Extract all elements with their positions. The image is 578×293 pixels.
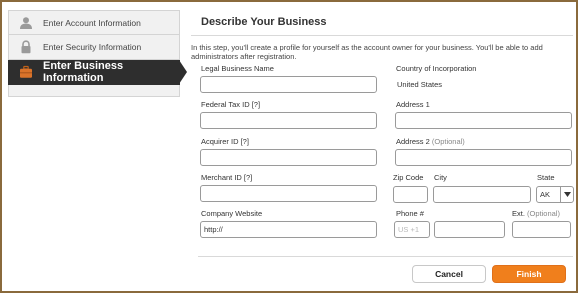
state-select[interactable]: AK: [536, 186, 574, 203]
address1-input[interactable]: [395, 112, 572, 129]
zip-code-input[interactable]: [393, 186, 428, 203]
sidebar-item-account[interactable]: Enter Account Information: [8, 10, 180, 35]
merchant-id-label: Merchant ID [?]: [201, 173, 253, 182]
ext-label-text: Ext.: [512, 209, 525, 218]
sidebar-item-label: Enter Security Information: [43, 42, 142, 52]
company-website-label: Company Website: [201, 209, 263, 218]
acquirer-id-input[interactable]: [200, 149, 377, 166]
cancel-button[interactable]: Cancel: [412, 265, 486, 283]
legal-business-name-input[interactable]: [200, 76, 377, 93]
finish-button[interactable]: Finish: [492, 265, 566, 283]
address1-label: Address 1: [396, 100, 430, 109]
federal-tax-id-label: Federal Tax ID [?]: [201, 100, 261, 109]
city-label: City: [434, 173, 447, 182]
city-input[interactable]: [433, 186, 531, 203]
page-title: Describe Your Business: [201, 16, 327, 28]
phone-label: Phone #: [396, 209, 424, 218]
sidebar-item-label: Enter Business Information: [43, 60, 124, 84]
chevron-down-icon[interactable]: [560, 187, 573, 202]
address2-label-text: Address 2: [396, 137, 430, 146]
user-icon: [19, 16, 33, 30]
ext-input[interactable]: [512, 221, 571, 238]
country-label: Country of Incorporation: [396, 64, 477, 73]
legal-business-name-label: Legal Business Name: [201, 64, 274, 73]
sidebar-item-security[interactable]: Enter Security Information: [8, 35, 180, 60]
dialog-frame: Enter Account Information Enter Security…: [0, 0, 578, 293]
state-value: AK: [540, 190, 551, 199]
merchant-id-input[interactable]: [200, 185, 377, 202]
briefcase-icon: [19, 65, 33, 79]
optional-hint: (Optional): [527, 209, 560, 218]
federal-tax-id-input[interactable]: [200, 112, 377, 129]
address2-input[interactable]: [395, 149, 572, 166]
lock-icon: [19, 40, 33, 54]
intro-text: In this step, you'll create a profile fo…: [191, 43, 543, 61]
acquirer-id-label: Acquirer ID [?]: [201, 137, 249, 146]
phone-country-code-input[interactable]: [394, 221, 430, 238]
country-value: United States: [397, 80, 443, 89]
title-divider: [191, 35, 573, 36]
company-website-input[interactable]: [200, 221, 377, 238]
phone-number-input[interactable]: [434, 221, 505, 238]
sidebar-item-business[interactable]: Enter Business Information: [8, 60, 187, 85]
state-label: State: [537, 173, 555, 182]
sidebar-footer: [8, 85, 180, 97]
address2-label: Address 2 (Optional): [396, 137, 465, 146]
footer-divider: [198, 256, 573, 257]
zip-code-label: Zip Code: [393, 173, 424, 182]
optional-hint: (Optional): [431, 137, 465, 146]
steps-sidebar: Enter Account Information Enter Security…: [8, 10, 187, 97]
ext-label: Ext. (Optional): [512, 209, 560, 218]
sidebar-item-label: Enter Account Information: [43, 17, 141, 28]
